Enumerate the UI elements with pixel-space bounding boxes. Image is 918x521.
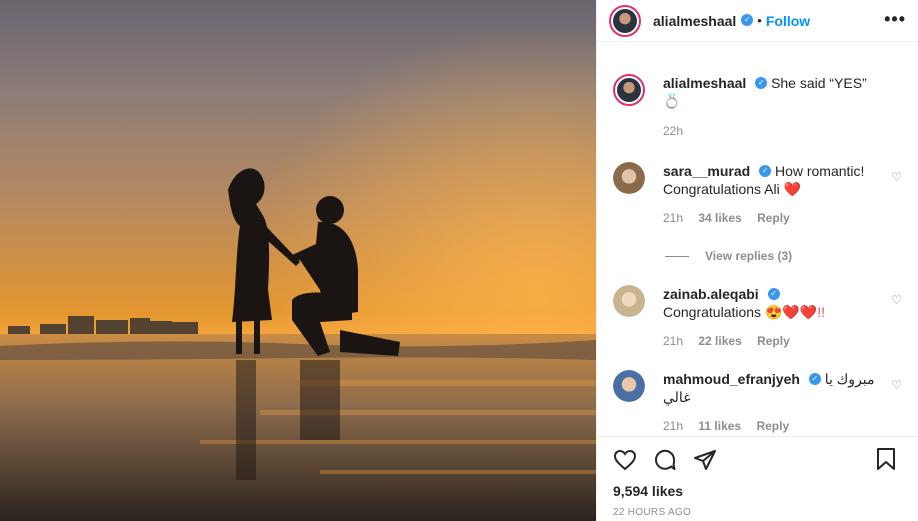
comment-like-icon[interactable]: ♡ <box>891 293 902 307</box>
commenter-avatar[interactable] <box>613 370 645 402</box>
caption-username[interactable]: alialmeshaal <box>663 75 746 91</box>
comment-time[interactable]: 21h <box>663 419 683 433</box>
comment-likes[interactable]: 22 likes <box>698 334 741 348</box>
comment-text: Congratulations <box>663 304 762 320</box>
commenter-avatar[interactable] <box>613 285 645 317</box>
more-options-icon[interactable]: ••• <box>884 10 906 28</box>
comment-emoji: 😍❤️❤️!! <box>764 304 826 320</box>
reply-button[interactable]: Reply <box>757 211 790 225</box>
likes-count[interactable]: 9,594 likes <box>613 483 902 499</box>
caption-time[interactable]: 22h <box>663 124 683 138</box>
comment: mahmoud_efranjyeh ✓ مبروك يا غالي 21h 11… <box>613 370 902 435</box>
replies-divider <box>665 255 689 257</box>
separator-dot: • <box>757 13 762 28</box>
comment-like-icon[interactable]: ♡ <box>891 378 902 392</box>
comment-likes[interactable]: 34 likes <box>698 211 741 225</box>
post-timestamp[interactable]: 22 HOURS AGO <box>613 507 902 518</box>
comment-username[interactable]: zainab.aleqabi <box>663 286 759 302</box>
verified-badge-icon: ✓ <box>741 13 754 26</box>
comment-emoji: ❤️ <box>783 181 802 197</box>
bookmark-icon[interactable] <box>874 447 898 471</box>
comment: sara__murad ✓ How romantic! Congratulati… <box>613 162 902 227</box>
reply-button[interactable]: Reply <box>757 334 790 348</box>
comment-icon[interactable] <box>653 448 677 472</box>
post-side-panel: alialmeshaal ✓ • Follow ••• alialmeshaal… <box>596 0 918 521</box>
comments-list: alialmeshaal ✓ She said “YES” 💍 22h sara… <box>597 60 918 436</box>
comment-username[interactable]: mahmoud_efranjyeh <box>663 371 800 387</box>
comment-time[interactable]: 21h <box>663 211 683 225</box>
comment-username[interactable]: sara__murad <box>663 163 750 179</box>
caption-avatar[interactable] <box>613 74 645 106</box>
verified-badge-icon: ✓ <box>808 373 821 386</box>
author-avatar[interactable] <box>609 4 641 37</box>
follow-button[interactable]: Follow <box>766 13 810 29</box>
post-header: alialmeshaal ✓ • Follow ••• <box>597 0 918 42</box>
heart-icon[interactable] <box>613 448 637 472</box>
view-replies-label: View replies (3) <box>705 249 793 263</box>
comment-likes[interactable]: 11 likes <box>698 419 741 433</box>
verified-badge-icon: ✓ <box>759 165 772 178</box>
post-photo[interactable] <box>0 0 596 521</box>
commenter-avatar[interactable] <box>613 162 645 194</box>
reply-button[interactable]: Reply <box>756 419 789 433</box>
proposal-silhouette-image <box>0 0 596 521</box>
author-username[interactable]: alialmeshaal <box>653 13 736 29</box>
verified-badge-icon: ✓ <box>755 77 768 90</box>
view-replies-button[interactable]: View replies (3) <box>665 249 902 263</box>
comment-time[interactable]: 21h <box>663 334 683 348</box>
post-actions: 9,594 likes 22 HOURS AGO <box>597 436 918 521</box>
post-view: alialmeshaal ✓ • Follow ••• alialmeshaal… <box>0 0 918 521</box>
comment: zainab.aleqabi ✓ Congratulations 😍❤️❤️!!… <box>613 285 902 350</box>
share-icon[interactable] <box>693 448 717 472</box>
comment-like-icon[interactable]: ♡ <box>891 170 902 184</box>
verified-badge-icon: ✓ <box>767 288 780 301</box>
caption: alialmeshaal ✓ She said “YES” 💍 22h <box>613 74 902 140</box>
